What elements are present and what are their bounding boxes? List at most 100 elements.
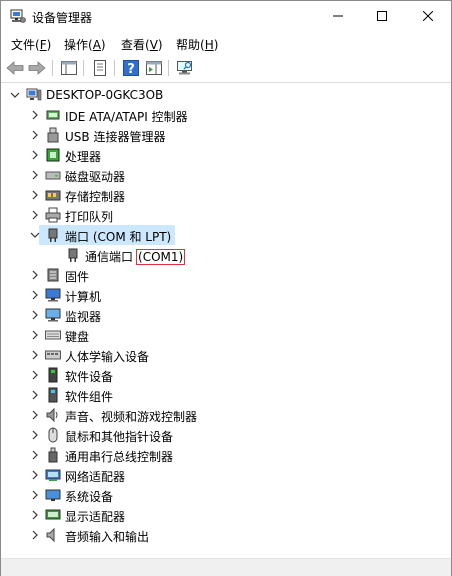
network-adapter-icon: [45, 469, 61, 481]
back-button[interactable]: [5, 58, 25, 78]
expand-chevron-icon[interactable]: [28, 308, 42, 322]
tree-node[interactable]: 处理器: [1, 145, 451, 165]
expand-chevron-icon[interactable]: [28, 528, 42, 542]
menu-file[interactable]: 文件(F): [11, 36, 51, 53]
help-button[interactable]: ?: [121, 58, 141, 78]
expand-chevron-icon[interactable]: [28, 508, 42, 522]
tree-node[interactable]: 打印队列: [1, 205, 451, 225]
scan-hardware-button[interactable]: [175, 58, 195, 78]
tree-node[interactable]: 显示适配器: [1, 505, 451, 525]
desktop-computer-icon: [26, 88, 42, 101]
system-device-icon: [45, 489, 61, 501]
toolbar-separator: [83, 60, 84, 76]
tree-node[interactable]: 软件组件: [1, 385, 451, 405]
ide-controller-icon: [46, 110, 60, 120]
device-tree: DESKTOP-0GKC3OB IDE ATA/ATAPI 控制器 USB 连接器…: [1, 85, 451, 555]
tree-node[interactable]: 监视器: [1, 305, 451, 325]
toolbar-separator: [52, 60, 53, 76]
tree-node[interactable]: 键盘: [1, 325, 451, 345]
menu-view[interactable]: 查看(V): [121, 36, 163, 53]
menu-help[interactable]: 帮助(H): [176, 36, 218, 53]
tree-node[interactable]: 磁盘驱动器: [1, 165, 451, 185]
tree-node[interactable]: IDE ATA/ATAPI 控制器: [1, 105, 451, 125]
tree-node[interactable]: 存储控制器: [1, 185, 451, 205]
tree-node[interactable]: 声音、视频和游戏控制器: [1, 405, 451, 425]
tree-node-label: 通用串行总线控制器: [65, 450, 174, 464]
port-icon: [68, 248, 78, 262]
tree-node[interactable]: 计算机: [1, 285, 451, 305]
usb-controller-icon: [48, 447, 58, 463]
tree-node[interactable]: 鼠标和其他指针设备: [1, 425, 451, 445]
window-title: 设备管理器: [32, 11, 93, 25]
tree-child-com1[interactable]: 通信端口 (COM1): [1, 245, 451, 265]
tree-node-label: 打印队列: [65, 210, 114, 224]
forward-arrow-icon: [28, 61, 46, 75]
expand-chevron-icon[interactable]: [28, 348, 42, 362]
collapse-chevron-icon[interactable]: [28, 228, 42, 242]
monitor-icon: [45, 308, 61, 322]
expand-chevron-icon[interactable]: [28, 388, 42, 402]
maximize-button[interactable]: [359, 1, 405, 31]
tree-node[interactable]: 音频输入和输出: [1, 525, 451, 545]
firmware-icon: [47, 268, 59, 282]
tree-node-label: 软件组件: [65, 390, 114, 404]
tree-node-label: 监视器: [65, 310, 102, 324]
tree-node-label: 存储控制器: [65, 190, 126, 204]
expand-chevron-icon[interactable]: [28, 408, 42, 422]
expand-chevron-icon[interactable]: [28, 428, 42, 442]
hid-icon: [45, 350, 61, 360]
tree-node-label: IDE ATA/ATAPI 控制器: [65, 110, 188, 124]
tree-node-label: 键盘: [65, 330, 90, 344]
usb-connector-icon: [47, 127, 59, 143]
expand-chevron-icon[interactable]: [28, 328, 42, 342]
expand-chevron-icon[interactable]: [28, 208, 42, 222]
scan-hardware-icon: [177, 61, 192, 75]
display-adapter-icon: [45, 509, 61, 520]
audio-io-icon: [46, 527, 55, 543]
menu-action[interactable]: 操作(A): [64, 36, 106, 53]
tree-node[interactable]: 软件设备: [1, 365, 451, 385]
expand-chevron-icon[interactable]: [28, 268, 42, 282]
tree-node[interactable]: 系统设备: [1, 485, 451, 505]
expand-chevron-icon[interactable]: [28, 368, 42, 382]
action-pane-button[interactable]: [144, 58, 164, 78]
expand-chevron-icon[interactable]: [28, 108, 42, 122]
properties-button[interactable]: [90, 58, 110, 78]
forward-button[interactable]: [27, 58, 47, 78]
show-hide-console-tree-button[interactable]: [59, 58, 79, 78]
tree-node[interactable]: 网络适配器: [1, 465, 451, 485]
tree-node[interactable]: USB 连接器管理器: [1, 125, 451, 145]
printer-icon: [45, 207, 61, 223]
tree-node-label: 处理器: [65, 150, 102, 164]
expand-chevron-icon[interactable]: [28, 148, 42, 162]
tree-root-node[interactable]: DESKTOP-0GKC3OB: [1, 85, 451, 105]
tree-node[interactable]: 人体学输入设备: [1, 345, 451, 365]
device-manager-window: 设备管理器 文件(F) 操作(A) 查看(V) 帮助(H) ? DESKTOP-…: [0, 0, 452, 576]
disk-drive-icon: [45, 171, 61, 180]
help-icon: ?: [123, 60, 139, 76]
tree-node[interactable]: 端口 (COM 和 LPT): [1, 225, 451, 245]
tree-node-label: 音频输入和输出: [65, 530, 150, 544]
expand-chevron-icon[interactable]: [28, 288, 42, 302]
keyboard-icon: [45, 330, 61, 340]
tree-root-label: DESKTOP-0GKC3OB: [46, 88, 164, 102]
expand-chevron-icon[interactable]: [28, 188, 42, 202]
toolbar-separator: [168, 60, 169, 76]
collapse-chevron-icon[interactable]: [8, 88, 22, 102]
tree-node-label: 计算机: [65, 290, 102, 304]
tree-node[interactable]: 固件: [1, 265, 451, 285]
back-arrow-icon: [6, 61, 24, 75]
expand-chevron-icon[interactable]: [28, 488, 42, 502]
expand-chevron-icon[interactable]: [28, 468, 42, 482]
expand-chevron-icon[interactable]: [28, 128, 42, 142]
tree-node-label: 人体学输入设备: [65, 350, 150, 364]
toolbar: ?: [1, 54, 451, 83]
storage-controller-icon: [45, 190, 61, 201]
close-button[interactable]: [405, 1, 451, 31]
expand-chevron-icon[interactable]: [28, 168, 42, 182]
horizontal-scrollbar[interactable]: [1, 558, 451, 576]
expand-chevron-icon[interactable]: [28, 448, 42, 462]
minimize-button[interactable]: [315, 1, 361, 31]
console-tree-icon: [61, 61, 77, 75]
tree-node[interactable]: 通用串行总线控制器: [1, 445, 451, 465]
